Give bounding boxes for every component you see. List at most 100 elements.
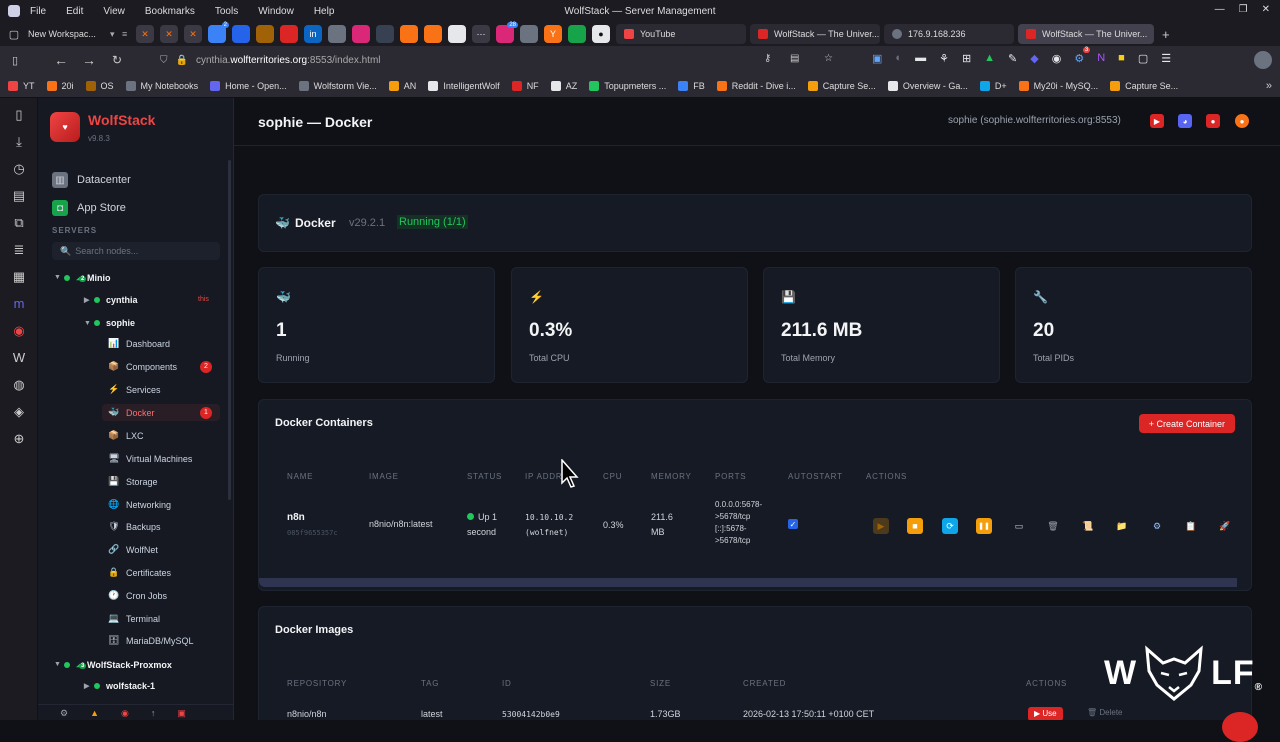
node-nav-virtual-machines[interactable]: 🖥 Virtual Machines	[102, 450, 220, 467]
pinned-tab-icon[interactable]	[256, 25, 274, 43]
pinned-tab-icon[interactable]	[328, 25, 346, 43]
menu-view[interactable]: View	[103, 6, 125, 17]
bookmark-item[interactable]: FB	[678, 80, 705, 91]
extension-icon[interactable]: N	[1097, 52, 1105, 65]
tab-ip[interactable]: 176.9.168.236	[884, 24, 1014, 44]
bookmark-star-icon[interactable]: ☆	[824, 53, 833, 64]
pinned-tab-icon[interactable]: 2	[208, 22, 229, 43]
node-sophie[interactable]: ▼ sophie	[84, 318, 135, 328]
workspace-selector[interactable]: New Workspac...	[28, 29, 110, 39]
pinned-tab-icon[interactable]	[568, 25, 586, 43]
node-nav-services[interactable]: ⚡ Services	[102, 381, 220, 398]
pause-action-icon[interactable]: ❚❚	[976, 518, 992, 534]
bookmark-item[interactable]: Reddit - Dive i...	[716, 80, 796, 91]
column-header[interactable]: ACTIONS	[866, 472, 907, 481]
bookmark-item[interactable]: OS	[85, 80, 114, 91]
container-name[interactable]: n8n	[287, 510, 305, 525]
menu-tools[interactable]: Tools	[215, 6, 238, 17]
reddit-icon[interactable]: ●	[1235, 114, 1249, 128]
extension-icon[interactable]: ▬	[915, 52, 926, 65]
maximize-icon[interactable]: ❐	[1239, 4, 1248, 15]
web-panel-icon[interactable]: ◈	[0, 398, 38, 425]
menu-edit[interactable]: Edit	[66, 6, 83, 17]
create-container-button[interactable]: + Create Container	[1138, 414, 1235, 433]
autostart-checkbox[interactable]: ✓	[788, 519, 798, 529]
search-nodes-input[interactable]: 🔍 Search nodes...	[52, 242, 220, 260]
wikipedia-icon[interactable]: W	[0, 344, 38, 371]
pinned-tab-icon[interactable]	[352, 25, 370, 43]
add-panel-icon[interactable]: ⊕	[0, 425, 38, 452]
extension-icon[interactable]: ◆	[1030, 52, 1038, 65]
tab-wolfstack-1[interactable]: WolfStack — The Univer...	[750, 24, 880, 44]
menu-file[interactable]: File	[30, 6, 46, 17]
pinned-tab-icon[interactable]	[520, 25, 538, 43]
bookmark-item[interactable]: YT	[8, 80, 35, 91]
node-nav-networking[interactable]: 🌐 Networking	[102, 496, 220, 513]
youtube-icon[interactable]: ▶	[1150, 114, 1164, 128]
pinned-tab-icon[interactable]: ✕	[160, 25, 178, 43]
chevron-down-icon[interactable]: ▾	[110, 29, 122, 40]
delete-image-button[interactable]: 🗑 Delete	[1087, 708, 1123, 717]
column-header[interactable]: CPU	[603, 472, 622, 481]
extension-icon[interactable]: ☰	[1161, 52, 1171, 65]
extension-icon[interactable]: ⊞	[962, 52, 971, 65]
cluster-minio[interactable]: ▼ ☁2 Minio	[54, 272, 111, 283]
delete-action-icon[interactable]: 🗑	[1045, 518, 1061, 534]
bookmark-item[interactable]: My20i - MySQ...	[1018, 80, 1098, 91]
files-action-icon[interactable]: 📁	[1114, 518, 1130, 534]
pinned-tab-icon[interactable]	[448, 25, 466, 43]
node-nav-certificates[interactable]: 🔒 Certificates	[102, 564, 220, 581]
pinned-tab-icon[interactable]	[280, 25, 298, 43]
bookmark-item[interactable]: Capture Se...	[1110, 80, 1178, 91]
bookmark-item[interactable]: 20i	[46, 80, 74, 91]
node-nav-components[interactable]: 📦 Components 2	[102, 358, 220, 375]
profile-avatar[interactable]	[1254, 51, 1272, 69]
patreon-icon[interactable]: ●	[1206, 114, 1220, 128]
node-wolfstack-1[interactable]: ▶ wolfstack-1	[84, 681, 155, 691]
column-header[interactable]: IP ADDR	[525, 472, 562, 481]
bookmark-item[interactable]: Home - Open...	[210, 80, 287, 91]
bookmark-item[interactable]: Topupmeters ...	[589, 80, 666, 91]
node-nav-mariadb[interactable]: 🗄 MariaDB/MySQL	[102, 632, 220, 649]
url-bar[interactable]: ⛉ 🔒 cynthia. wolfterritories.org:8553/ind…	[160, 50, 780, 70]
sidebar-panel-icon[interactable]: ▯	[4, 54, 26, 67]
extension-icon[interactable]: ⚘	[939, 52, 949, 65]
package-icon[interactable]: ▲	[90, 708, 99, 720]
settings-action-icon[interactable]: ⚙	[1149, 518, 1165, 534]
history-icon[interactable]: ◷	[0, 155, 38, 182]
mastodon-icon[interactable]: m	[0, 290, 38, 317]
close-icon[interactable]: ✕	[1262, 4, 1270, 15]
extension-icon[interactable]: ◉	[1052, 52, 1062, 65]
clone-action-icon[interactable]: 📋	[1183, 518, 1199, 534]
bookmark-item[interactable]: IntelligentWolf	[428, 80, 500, 91]
column-header[interactable]: ID	[502, 679, 512, 688]
bookmark-item[interactable]: Capture Se...	[807, 80, 876, 91]
bookmark-item[interactable]: AZ	[550, 80, 577, 91]
brand[interactable]: ♥ WolfStack v9.8.3	[50, 112, 155, 143]
key-icon[interactable]: ⚷	[764, 53, 771, 64]
column-header[interactable]: STATUS	[467, 472, 502, 481]
sidebar-scrollbar[interactable]	[228, 160, 231, 500]
bookmark-item[interactable]: My Notebooks	[125, 80, 198, 91]
column-header[interactable]: IMAGE	[369, 472, 399, 481]
pinned-tab-icon[interactable]	[376, 25, 394, 43]
alert-icon[interactable]: ◉	[121, 708, 129, 720]
column-header[interactable]: ACTIONS	[1026, 679, 1067, 688]
lock-icon[interactable]: 🔒	[176, 55, 188, 66]
node-nav-backups[interactable]: 🛡 Backups	[102, 518, 220, 535]
migrate-action-icon[interactable]: 🚀	[1217, 518, 1233, 534]
column-header[interactable]: REPOSITORY	[287, 679, 347, 688]
new-tab-icon[interactable]: +	[1162, 27, 1170, 42]
bookmarks-overflow-icon[interactable]: »	[1266, 80, 1272, 92]
node-nav-storage[interactable]: 💾 Storage	[102, 473, 220, 490]
extension-icon[interactable]: ◐	[895, 52, 902, 65]
reddit-icon[interactable]	[424, 25, 442, 43]
nav-datacenter[interactable]: ▥ Datacenter	[52, 172, 131, 188]
node-nav-cron-jobs[interactable]: 🕐 Cron Jobs	[102, 587, 220, 604]
translate-icon[interactable]: ▣	[872, 52, 882, 65]
pinned-tab-icon[interactable]	[232, 25, 250, 43]
bookmark-item[interactable]: NF	[511, 80, 539, 91]
forward-icon[interactable]: →	[78, 52, 100, 68]
back-icon[interactable]: ←	[50, 52, 72, 68]
discord-icon[interactable]: ◕	[1178, 114, 1192, 128]
